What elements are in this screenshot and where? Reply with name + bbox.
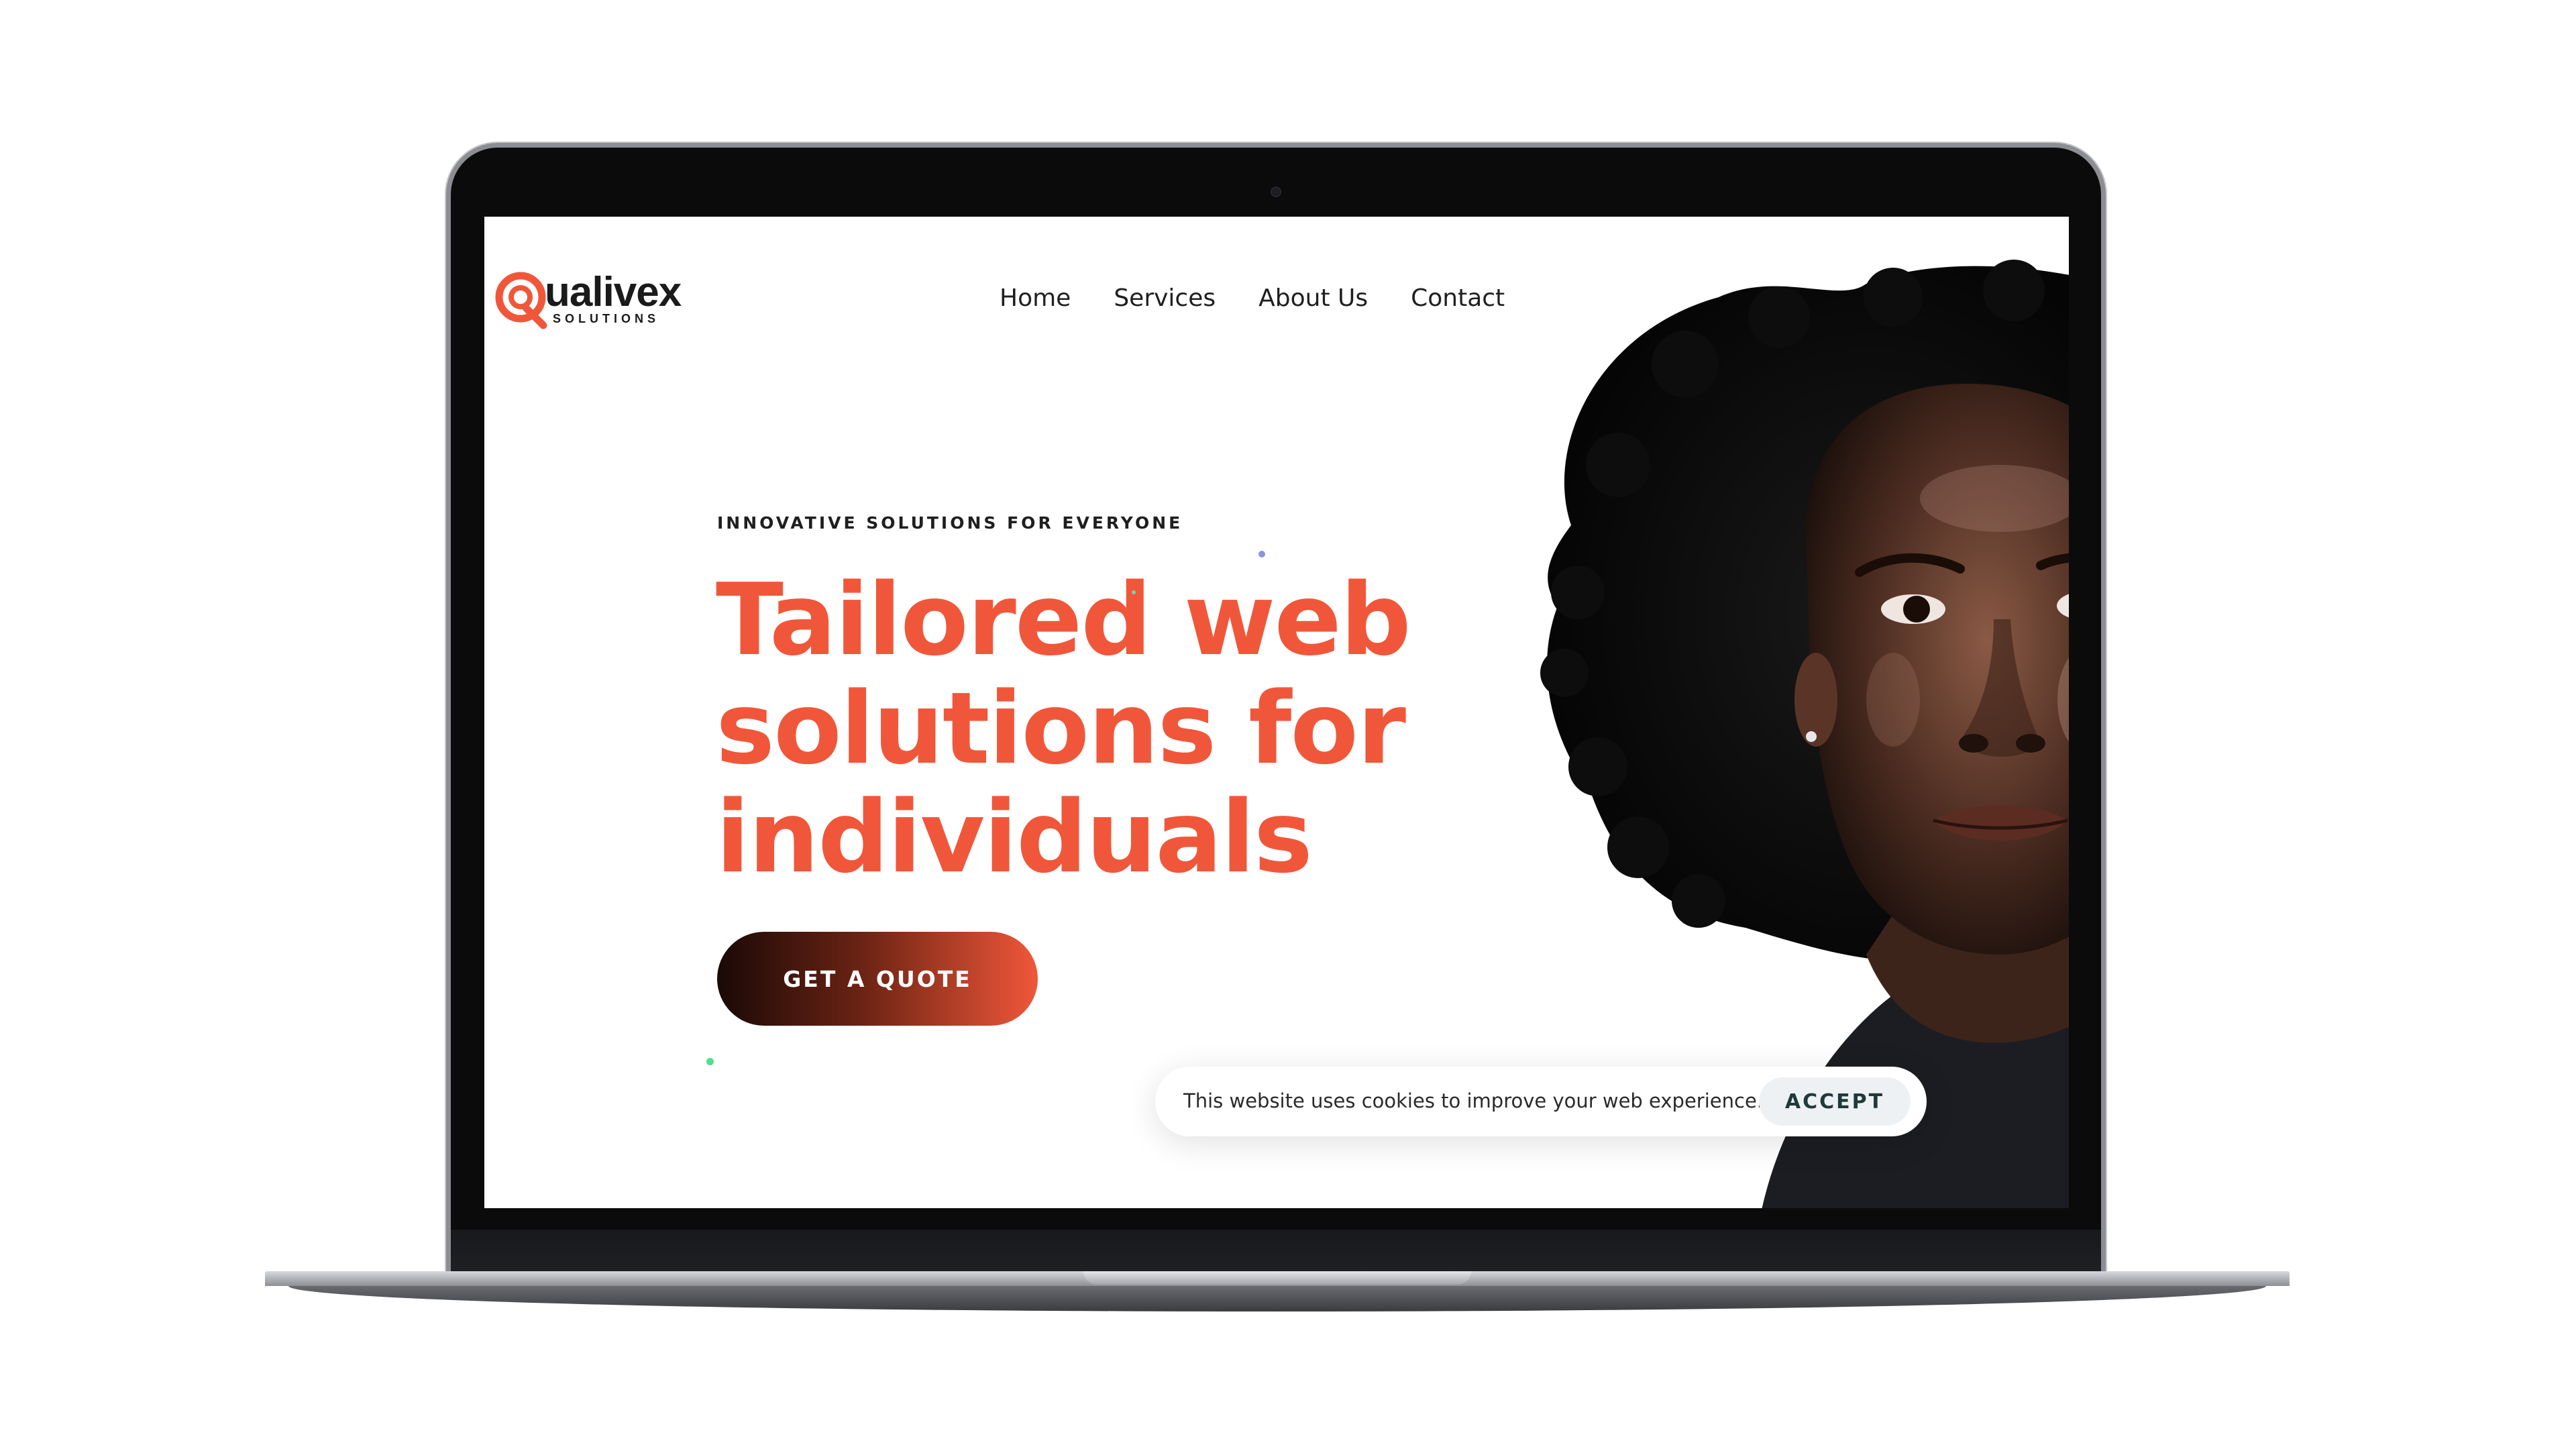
cookie-banner: This website uses cookies to improve you… (1155, 1067, 1927, 1136)
nav-item-services[interactable]: Services (1114, 281, 1216, 316)
accept-cookies-button[interactable]: ACCEPT (1759, 1077, 1911, 1126)
logo-wordmark: ualivex (545, 269, 682, 315)
website-screen: ualivex SOLUTIONS Home Services About Us… (484, 217, 2069, 1208)
headline-line-2: solutions for (716, 671, 1406, 786)
laptop-mockup: ualivex SOLUTIONS Home Services About Us… (0, 0, 2576, 1449)
nav-item-about-us[interactable]: About Us (1258, 281, 1368, 316)
decor-dot-teal (1132, 590, 1136, 594)
camera-icon (1271, 186, 1281, 197)
brand-logo[interactable]: ualivex SOLUTIONS (494, 269, 695, 331)
get-a-quote-button[interactable]: GET A QUOTE (717, 932, 1038, 1026)
hero-headline: Tailored web solutions for individuals (716, 566, 1420, 892)
nav-item-contact[interactable]: Contact (1411, 281, 1505, 316)
laptop-notch (1083, 1271, 1471, 1285)
decor-dot-green (706, 1058, 714, 1065)
logo-tagline: SOLUTIONS (553, 312, 660, 325)
hero-eyebrow: INNOVATIVE SOLUTIONS FOR EVERYONE (717, 513, 1183, 533)
decor-dot-blue (1258, 551, 1265, 557)
main-nav: Home Services About Us Contact (1000, 281, 1505, 316)
cookie-message: This website uses cookies to improve you… (1183, 1089, 1764, 1112)
headline-line-1: Tailored web (716, 562, 1411, 678)
headline-line-3: individuals (716, 780, 1313, 895)
portrait-woman-image (1540, 260, 2069, 1208)
laptop-base-lip (288, 1286, 2266, 1311)
nav-item-home[interactable]: Home (1000, 281, 1071, 316)
